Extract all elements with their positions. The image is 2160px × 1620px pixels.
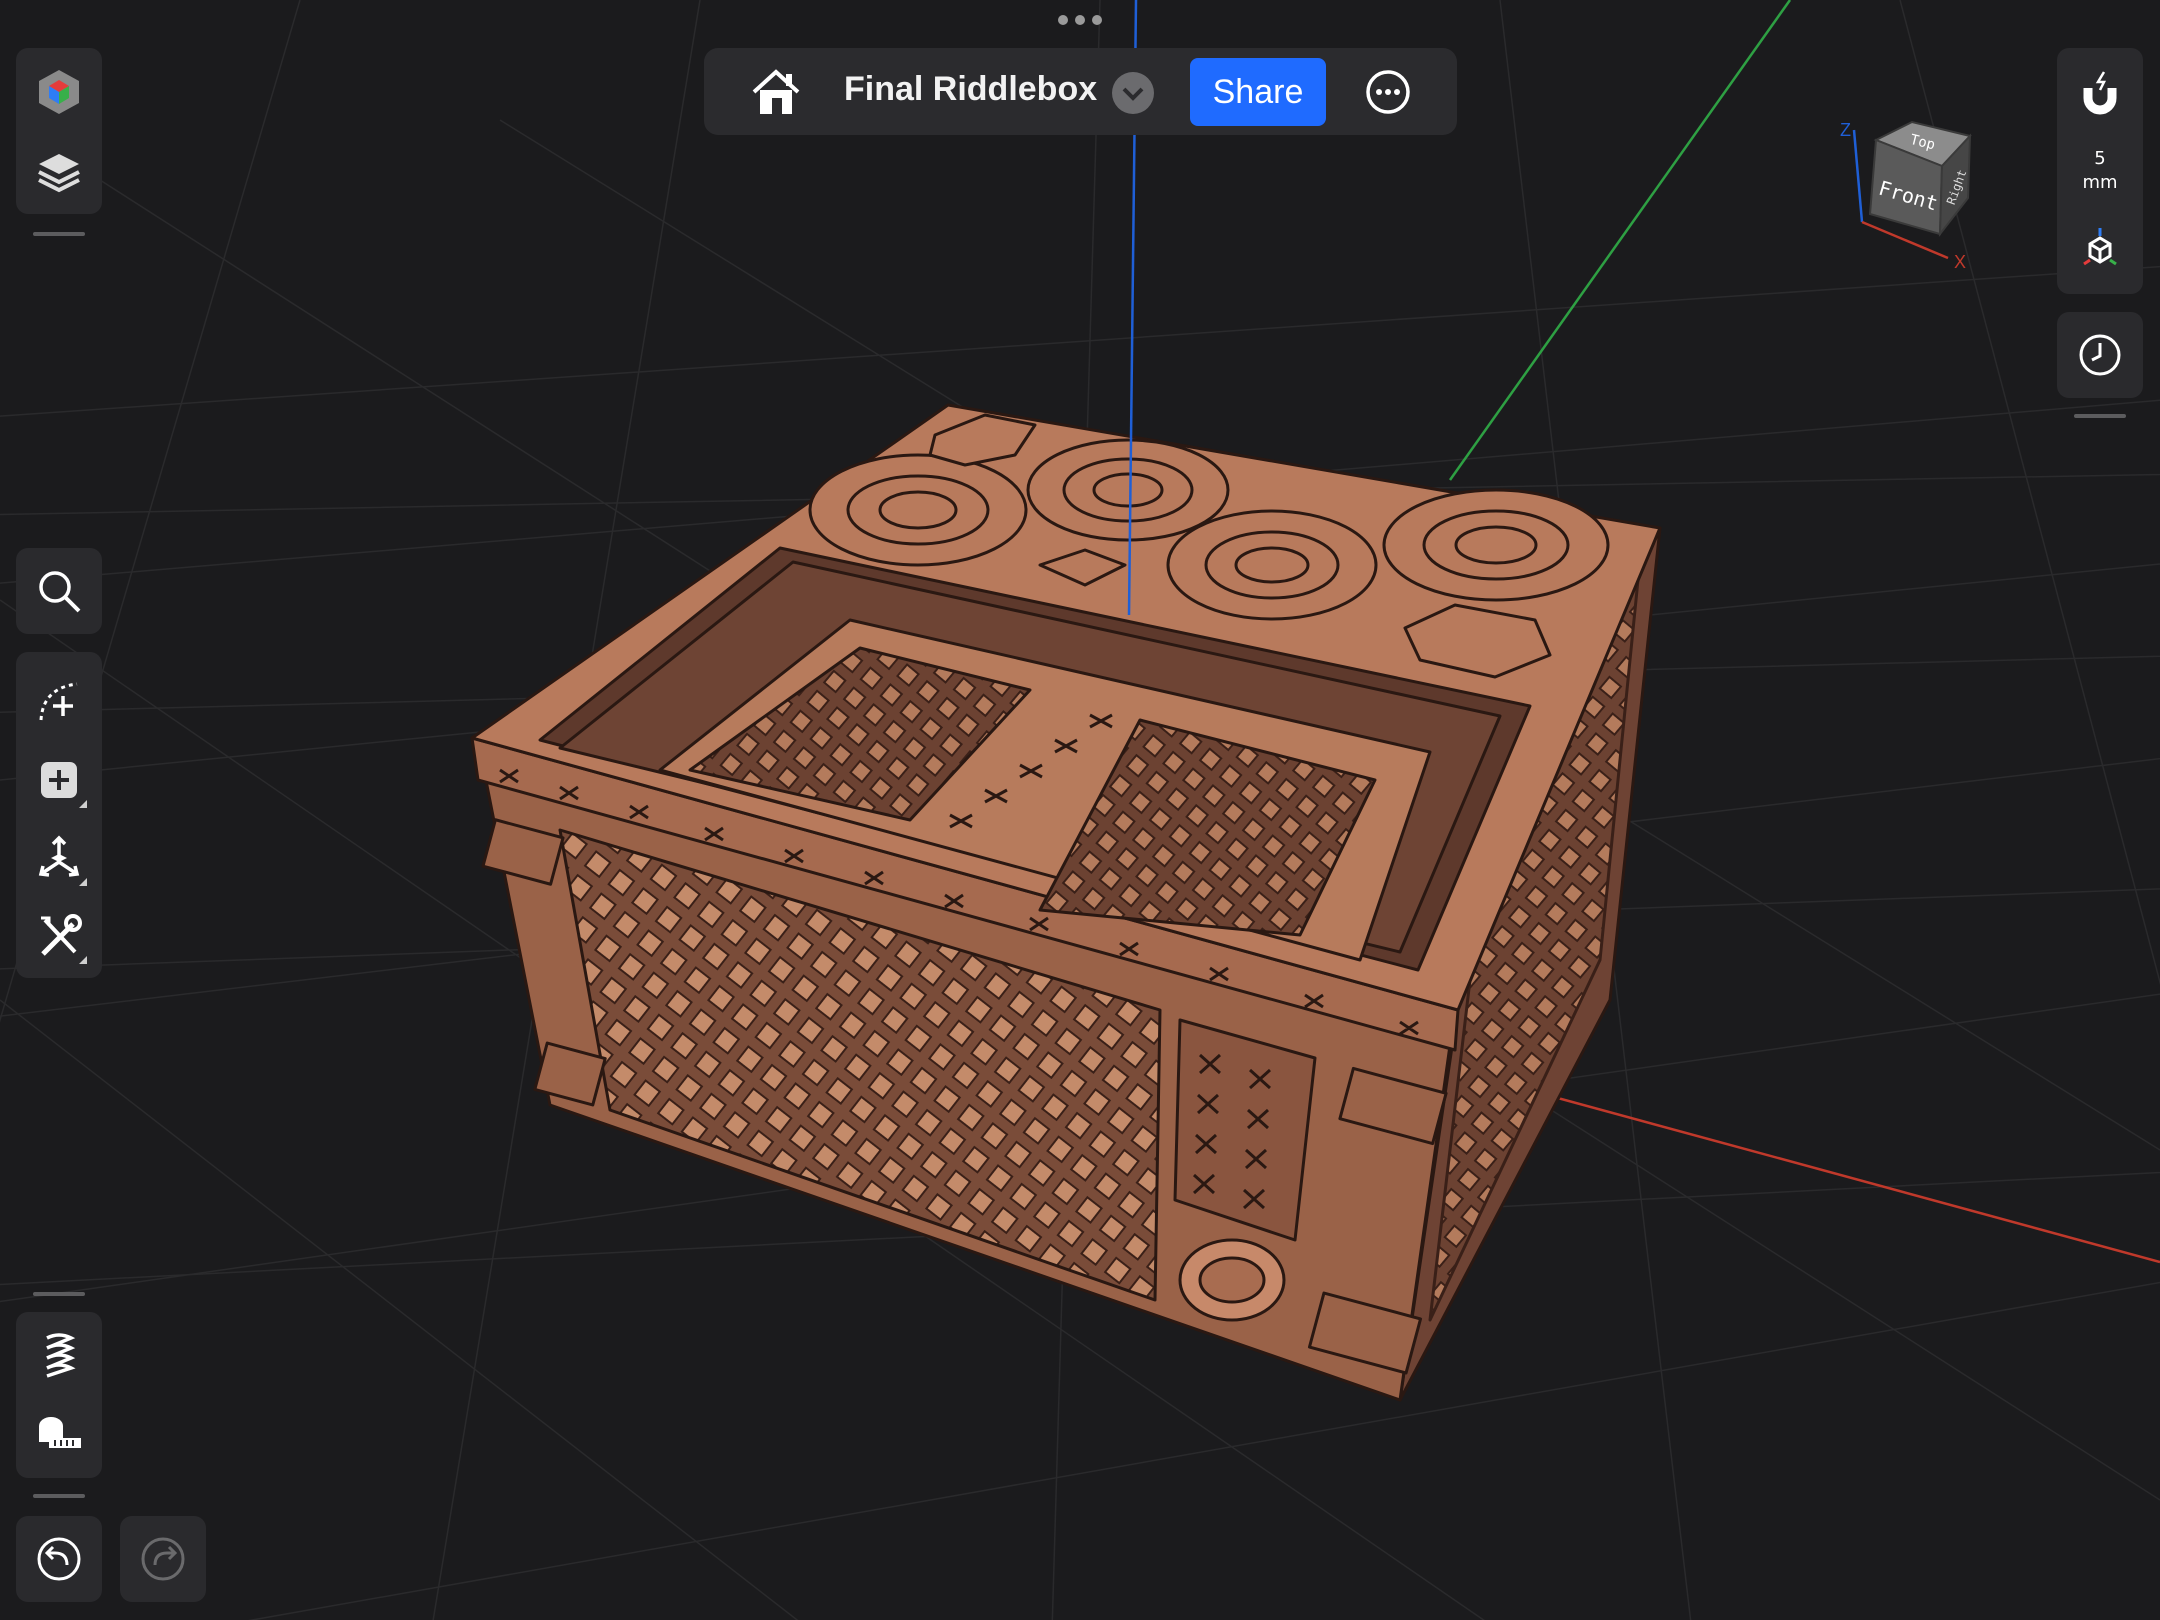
share-button[interactable]: Share — [1190, 58, 1326, 126]
object-cube-icon[interactable] — [29, 62, 89, 122]
magnet-icon[interactable] — [2070, 64, 2130, 124]
search-icon[interactable] — [29, 561, 89, 621]
sketch-icon[interactable] — [29, 672, 89, 732]
snap-value[interactable]: 5 — [2057, 148, 2143, 169]
redo-panel — [120, 1516, 206, 1602]
right-panel-snap: 5 mm — [2057, 48, 2143, 294]
left-panel-bottom — [16, 1312, 102, 1478]
undo-icon[interactable] — [29, 1529, 89, 1589]
add-shape-icon[interactable] — [29, 750, 89, 810]
history-clock-icon[interactable] — [2070, 325, 2130, 385]
search-panel — [16, 548, 102, 634]
axes-cube-icon[interactable] — [2070, 220, 2130, 280]
home-icon[interactable] — [748, 64, 804, 120]
history-panel — [2057, 312, 2143, 398]
undo-panel — [16, 1516, 102, 1602]
left-panel-top — [16, 48, 102, 214]
measure-tape-icon[interactable] — [29, 1404, 89, 1464]
view-cube-z-axis — [1852, 129, 1864, 223]
tools-icon[interactable] — [29, 906, 89, 966]
transform-icon[interactable] — [29, 828, 89, 888]
snap-unit[interactable]: mm — [2057, 172, 2143, 193]
divider — [2074, 414, 2126, 418]
document-toolbar: Final Riddlebox Share — [704, 48, 1457, 135]
divider — [33, 232, 85, 236]
document-title[interactable]: Final Riddlebox — [844, 70, 1097, 109]
redo-icon[interactable] — [133, 1529, 193, 1589]
more-dots-icon[interactable] — [1052, 12, 1108, 28]
spring-icon[interactable] — [29, 1326, 89, 1386]
chevron-down-icon[interactable] — [1112, 72, 1154, 114]
layers-icon[interactable] — [29, 140, 89, 200]
view-cube-x-label: X — [1954, 252, 1966, 272]
view-cube[interactable]: Z X Top Front Right — [1830, 110, 1990, 280]
y-axis-line — [1448, 0, 1792, 481]
view-cube-z-label: Z — [1840, 120, 1851, 140]
x-axis-line — [1509, 1083, 2160, 1264]
ellipsis-circle-icon[interactable] — [1364, 68, 1412, 116]
divider — [33, 1292, 85, 1296]
left-panel-tools — [16, 652, 102, 978]
divider — [33, 1494, 85, 1498]
